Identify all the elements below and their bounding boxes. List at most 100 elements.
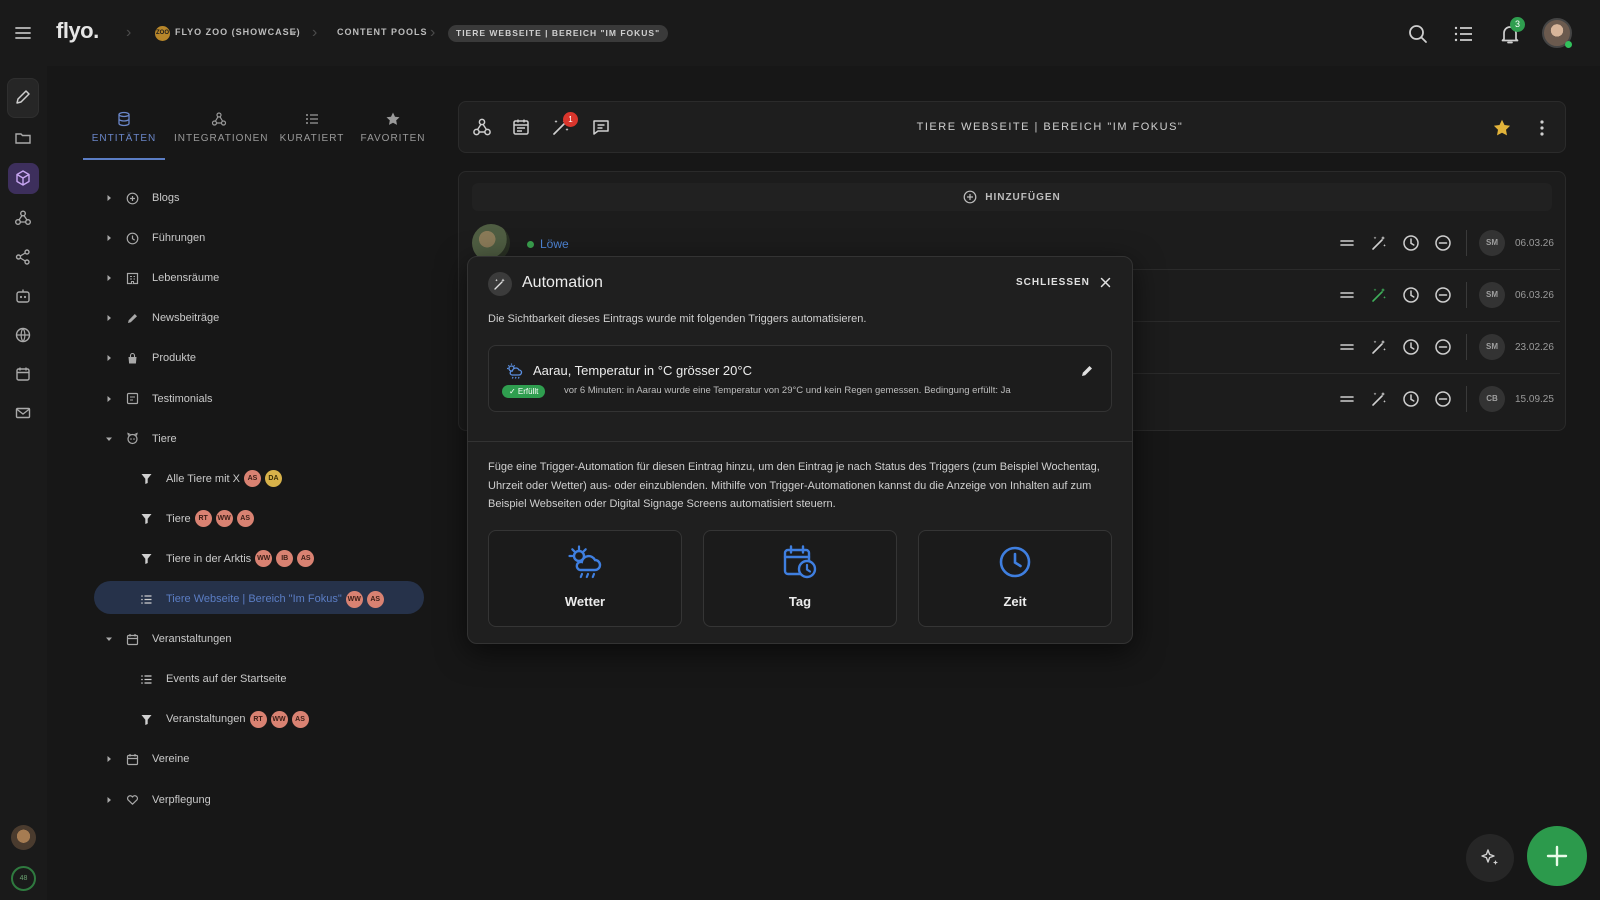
clock-icon[interactable]: [1402, 286, 1420, 304]
entry-actions: SM 06.03.26: [1338, 230, 1554, 256]
tree-item[interactable]: Events auf der Startseite: [140, 663, 286, 695]
remove-icon[interactable]: [1434, 338, 1452, 356]
tree-group[interactable]: Vereine: [104, 743, 189, 775]
folder-icon[interactable]: [14, 129, 32, 147]
breadcrumb-content-pools[interactable]: CONTENT POOLS: [337, 27, 428, 37]
tree-group[interactable]: Testimonials: [104, 383, 213, 415]
chevron-down-icon[interactable]: [289, 29, 297, 37]
tree-item-label: Veranstaltungen: [152, 633, 232, 646]
tree-item-label: Alle Tiere mit X: [166, 472, 240, 485]
tab-integrationen[interactable]: INTEGRATIONEN: [174, 111, 267, 144]
globe-icon[interactable]: [14, 326, 32, 344]
tree-item[interactable]: Alle Tiere mit X AS DA: [140, 463, 282, 495]
drag-handle-icon[interactable]: [1338, 338, 1356, 356]
plus-icon: [1546, 845, 1568, 867]
caret-down-icon[interactable]: [104, 434, 114, 444]
magic-wand-icon[interactable]: [1370, 234, 1388, 252]
add-fab-button[interactable]: [1527, 826, 1587, 886]
magic-wand-icon[interactable]: [1370, 286, 1388, 304]
clock-icon[interactable]: [1402, 338, 1420, 356]
remove-icon[interactable]: [1434, 390, 1452, 408]
entry-title[interactable]: Löwe: [540, 237, 569, 251]
top-bar: flyo. › ZOO FLYO ZOO (SHOWCASE) › CONTEN…: [0, 0, 1600, 66]
tree-item[interactable]: Veranstaltungen RT WW AS: [140, 703, 309, 735]
add-entry-button[interactable]: HINZUFÜGEN: [472, 183, 1552, 211]
tree-group[interactable]: Führungen: [104, 222, 205, 254]
divider: [1466, 334, 1467, 360]
cube-icon[interactable]: [14, 169, 32, 187]
tree-item[interactable]: Tiere in der Arktis WW IB AS: [140, 543, 315, 575]
caret-right-icon[interactable]: [104, 795, 114, 805]
close-button[interactable]: SCHLIESSEN: [1016, 277, 1111, 288]
assignee-chip: RT: [194, 510, 212, 528]
drag-handle-icon[interactable]: [1338, 390, 1356, 408]
caret-right-icon[interactable]: [104, 313, 114, 323]
option-time-label: Zeit: [1003, 594, 1027, 609]
edit-trigger-icon[interactable]: [1080, 364, 1094, 378]
drag-handle-icon[interactable]: [1338, 286, 1356, 304]
entry-actions: SM 23.02.26: [1338, 334, 1554, 360]
tree-item[interactable]: Tiere RT WW AS: [140, 503, 254, 535]
integration-icon[interactable]: [14, 209, 32, 227]
tree-group[interactable]: Blogs: [104, 182, 180, 214]
ai-assistant-button[interactable]: [1466, 834, 1514, 882]
caret-right-icon[interactable]: [104, 233, 114, 243]
tab-label: FAVORITEN: [360, 133, 426, 144]
assignee-chip: WW: [215, 510, 233, 528]
list-icon[interactable]: [1452, 22, 1476, 46]
more-vertical-icon[interactable]: [1535, 118, 1549, 138]
drag-handle-icon[interactable]: [1338, 234, 1356, 252]
logo[interactable]: flyo.: [56, 18, 99, 44]
caret-right-icon[interactable]: [104, 394, 114, 404]
edit-icon[interactable]: [14, 88, 32, 106]
caret-right-icon[interactable]: [104, 353, 114, 363]
tree-item-label: Lebensräume: [152, 272, 220, 285]
mail-icon[interactable]: [14, 404, 32, 422]
magic-wand-icon[interactable]: [1370, 390, 1388, 408]
assignee-chip: WW: [255, 550, 273, 568]
clock-icon[interactable]: [1402, 234, 1420, 252]
assignee-chip: AS: [236, 510, 254, 528]
menu-icon[interactable]: [12, 22, 34, 44]
robot-icon[interactable]: [14, 287, 32, 305]
heart-icon: [127, 795, 138, 805]
tree-group[interactable]: Produkte: [104, 342, 196, 374]
caret-right-icon[interactable]: [104, 273, 114, 283]
tree-group[interactable]: Lebensräume: [104, 262, 219, 294]
breadcrumb-workspace[interactable]: FLYO ZOO (SHOWCASE): [175, 27, 301, 37]
caret-right-icon[interactable]: [104, 193, 114, 203]
tree-item-label: Tiere in der Arktis: [166, 552, 252, 565]
caret-right-icon[interactable]: [104, 754, 114, 764]
favorite-star-icon[interactable]: [1492, 118, 1512, 138]
entry-actions: SM 06.03.26: [1338, 282, 1554, 308]
caret-down-icon[interactable]: [104, 634, 114, 644]
project-avatar[interactable]: [11, 825, 36, 850]
integration-icon[interactable]: [472, 117, 492, 137]
remove-icon[interactable]: [1434, 286, 1452, 304]
clock-icon[interactable]: [1402, 390, 1420, 408]
tab-kuratiert[interactable]: KURATIERT: [267, 111, 357, 144]
breadcrumb-current[interactable]: TIERE WEBSEITE | BEREICH "IM FOKUS": [448, 25, 669, 42]
calendar-icon[interactable]: [14, 365, 32, 383]
tree-item-label: Produkte: [152, 352, 197, 365]
entry-date: 06.03.26: [1515, 289, 1554, 301]
trigger-card: [488, 345, 1112, 412]
author-avatar: SM: [1479, 282, 1505, 308]
tab-entitaeten[interactable]: ENTITÄTEN: [79, 111, 169, 144]
remove-icon[interactable]: [1434, 234, 1452, 252]
status-dot: [527, 241, 534, 248]
tree-item[interactable]: Tiere Webseite | Bereich "Im Fokus" WW AS: [140, 583, 384, 615]
tree-group[interactable]: Verpflegung: [104, 784, 211, 816]
tab-favoriten[interactable]: FAVORITEN: [348, 111, 438, 144]
search-icon[interactable]: [1406, 22, 1430, 46]
calendar-list-icon[interactable]: [511, 117, 531, 137]
dialog-help-text: Füge eine Trigger-Automation für diesen …: [488, 461, 1100, 510]
share-icon[interactable]: [14, 248, 32, 266]
magic-wand-icon[interactable]: [1370, 338, 1388, 356]
breadcrumb-separator: ›: [126, 24, 132, 41]
tree-group[interactable]: Tiere: [104, 423, 177, 455]
assignee-chip: AS: [297, 550, 315, 568]
tree-group[interactable]: Veranstaltungen: [104, 623, 232, 655]
tree-group[interactable]: Newsbeiträge: [104, 302, 219, 334]
comment-icon[interactable]: [591, 117, 611, 137]
